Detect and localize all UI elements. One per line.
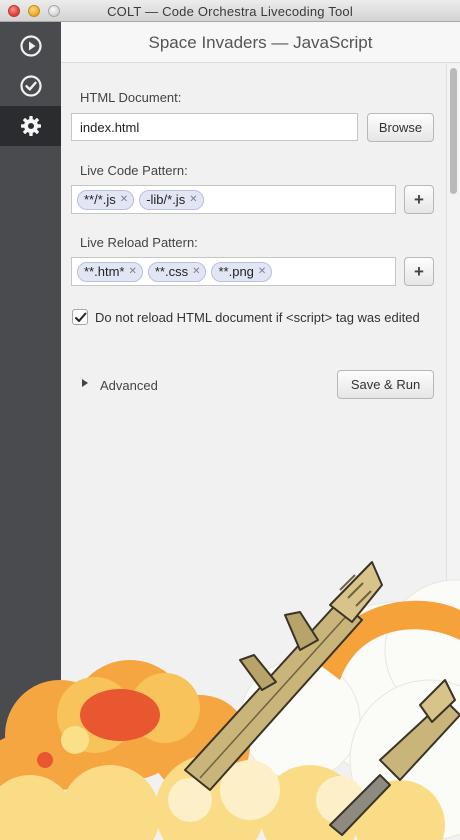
pattern-tag[interactable]: -lib/*.js ✕	[139, 189, 204, 210]
app-window: COLT — Code Orchestra Livecoding Tool Sp…	[0, 0, 460, 840]
no-reload-checkbox[interactable]	[72, 309, 88, 325]
pattern-tag-label: **.css	[154, 264, 189, 279]
gear-icon	[20, 116, 41, 136]
remove-tag-icon[interactable]: ✕	[120, 194, 128, 205]
title-bar: COLT — Code Orchestra Livecoding Tool	[0, 0, 460, 22]
remove-tag-icon[interactable]: ✕	[189, 194, 197, 205]
live-reload-pattern-field[interactable]: **.htm* ✕ **.css ✕ **.png ✕	[71, 257, 396, 286]
remove-tag-icon[interactable]: ✕	[258, 266, 266, 277]
pattern-tag-label: **.htm*	[84, 264, 125, 279]
remove-tag-icon[interactable]: ✕	[128, 266, 136, 277]
pattern-tag-label: -lib/*.js	[146, 192, 186, 207]
scrollbar-thumb[interactable]	[450, 68, 457, 194]
page-title: Space Invaders — JavaScript	[148, 33, 373, 52]
sidebar-item-check[interactable]	[0, 66, 61, 106]
explosion-illustration	[0, 561, 460, 840]
live-code-pattern-field[interactable]: **/*.js ✕ -lib/*.js ✕	[71, 185, 396, 214]
window-title: COLT — Code Orchestra Livecoding Tool	[107, 4, 353, 19]
save-run-button[interactable]: Save & Run	[337, 370, 434, 399]
browse-button[interactable]: Browse	[367, 113, 434, 142]
live-reload-pattern-label: Live Reload Pattern:	[80, 235, 198, 250]
pattern-tag[interactable]: **.css ✕	[147, 261, 207, 282]
html-document-label: HTML Document:	[80, 90, 182, 105]
pattern-tag-label: **/*.js	[84, 192, 116, 207]
sidebar-item-run[interactable]	[0, 26, 61, 66]
pattern-tag[interactable]: **.png ✕	[211, 261, 273, 282]
header: Space Invaders — JavaScript	[61, 22, 460, 63]
add-live-code-pattern-button[interactable]: +	[404, 185, 434, 214]
live-code-pattern-label: Live Code Pattern:	[80, 163, 188, 178]
sidebar-item-settings[interactable]	[0, 106, 61, 146]
add-live-reload-pattern-button[interactable]: +	[404, 257, 434, 286]
checkmark-circle-icon	[19, 75, 42, 97]
disclosure-triangle-icon[interactable]	[82, 379, 88, 387]
html-document-input[interactable]	[71, 113, 358, 141]
pattern-tag-label: **.png	[218, 264, 254, 279]
pattern-tag[interactable]: **/*.js ✕	[77, 189, 135, 210]
remove-tag-icon[interactable]: ✕	[192, 266, 200, 277]
advanced-toggle[interactable]: Advanced	[100, 378, 158, 393]
play-circle-icon	[19, 35, 42, 57]
no-reload-label: Do not reload HTML document if <script> …	[95, 310, 420, 325]
pattern-tag[interactable]: **.htm* ✕	[77, 261, 143, 282]
checkmark-icon	[74, 312, 86, 322]
